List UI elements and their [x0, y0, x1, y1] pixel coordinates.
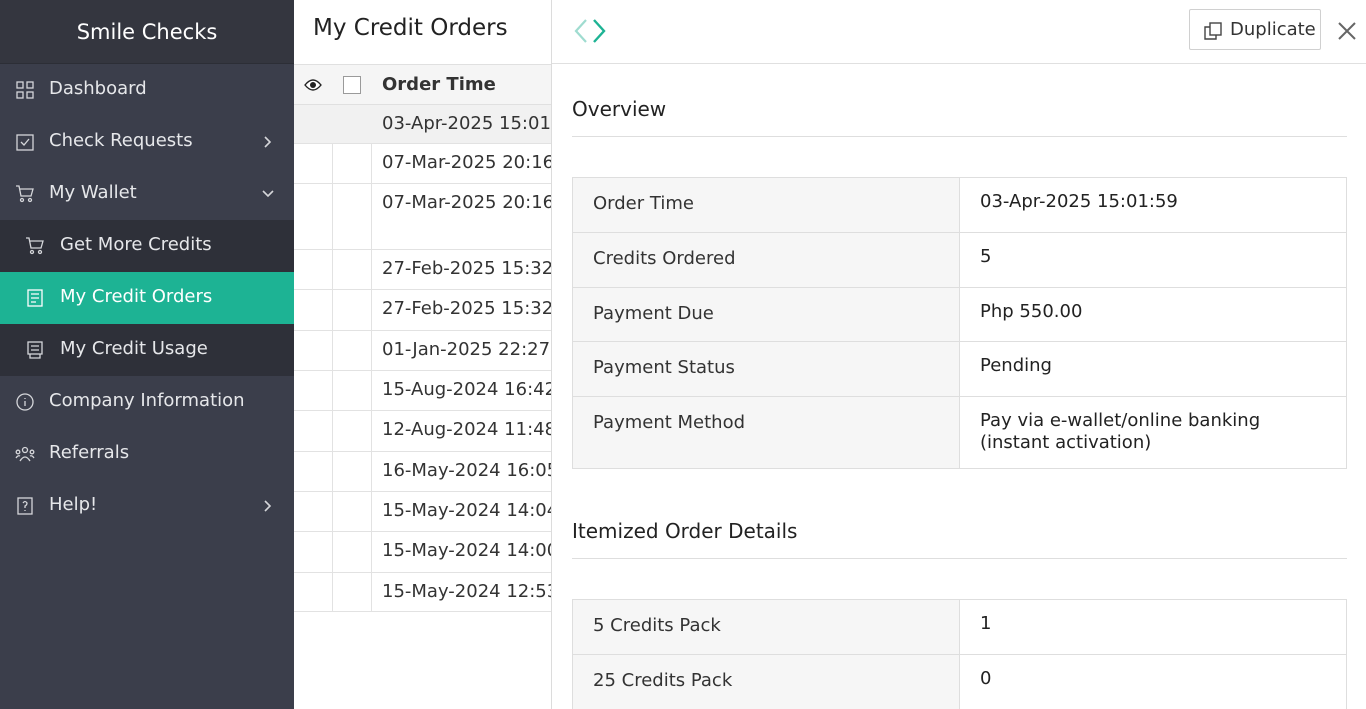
close-icon[interactable]	[1336, 20, 1358, 42]
table-row[interactable]: 15-May-2024 14:00:	[294, 532, 552, 573]
sidebar-item-check-requests[interactable]: Check Requests	[0, 116, 294, 168]
field-value: Php 550.00	[980, 301, 1083, 322]
sidebar-item-label: Company Information	[49, 390, 245, 411]
field-value: 1	[980, 613, 992, 634]
order-time-cell: 15-May-2024 12:53:	[382, 581, 552, 602]
order-time-cell: 15-May-2024 14:04:	[382, 500, 552, 521]
field-value: Pending	[980, 355, 1052, 376]
order-detail-panel: Duplicate Overview Order Time 03-Apr-202…	[552, 0, 1366, 709]
help-icon	[15, 496, 35, 516]
detail-toolbar: Duplicate	[552, 0, 1366, 64]
chevron-right-icon	[262, 496, 274, 516]
sidebar-item-my-credit-orders[interactable]: My Credit Orders	[0, 272, 294, 324]
overview-row: Credits Ordered 5	[573, 233, 1346, 288]
section-title-itemized: Itemized Order Details	[572, 519, 798, 543]
field-label: Credits Ordered	[573, 233, 960, 287]
overview-row: Payment Due Php 550.00	[573, 288, 1346, 342]
info-icon	[15, 392, 35, 412]
duplicate-button[interactable]: Duplicate	[1189, 9, 1321, 50]
table-row[interactable]: 27-Feb-2025 15:32:5	[294, 250, 552, 290]
order-time-cell: 16-May-2024 16:05:	[382, 460, 552, 481]
overview-table: Order Time 03-Apr-2025 15:01:59 Credits …	[572, 177, 1347, 469]
field-label: Payment Method	[573, 397, 960, 468]
cart-icon	[15, 184, 35, 204]
sidebar-item-my-credit-usage[interactable]: My Credit Usage	[0, 324, 294, 376]
section-title-overview: Overview	[572, 97, 667, 121]
overview-row: Payment Method Pay via e-wallet/online b…	[573, 397, 1346, 468]
duplicate-label: Duplicate	[1230, 19, 1316, 40]
column-header-order-time[interactable]: Order Time	[382, 74, 496, 95]
table-row[interactable]: 07-Mar-2025 20:16:2	[294, 144, 552, 184]
table-row[interactable]: 07-Mar-2025 20:16:1	[294, 184, 552, 250]
usage-icon	[25, 340, 45, 360]
sidebar-item-label: My Credit Usage	[60, 338, 208, 359]
order-time-cell: 27-Feb-2025 15:32:5	[382, 258, 552, 279]
receipt-icon	[25, 288, 45, 308]
table-row[interactable]: 12-Aug-2024 11:48:3	[294, 411, 551, 452]
section-divider	[572, 558, 1347, 559]
order-time-cell: 27-Feb-2025 15:32:0	[382, 298, 552, 319]
dashboard-icon	[15, 80, 35, 100]
order-time-cell: 01-Jan-2025 22:27:1	[382, 339, 552, 360]
field-value: Pay via e-wallet/online banking (instant…	[980, 410, 1261, 453]
field-value: 0	[980, 668, 992, 689]
referrals-icon	[15, 444, 35, 464]
field-label: 5 Credits Pack	[573, 600, 960, 654]
sidebar-item-dashboard[interactable]: Dashboard	[0, 64, 294, 116]
next-record-icon[interactable]	[592, 18, 608, 44]
table-row[interactable]: 15-Aug-2024 16:42:4	[294, 371, 551, 411]
sidebar-item-help[interactable]: Help!	[0, 480, 294, 532]
sidebar-item-label: Get More Credits	[60, 234, 212, 255]
sidebar-item-label: Help!	[49, 494, 98, 515]
table-row[interactable]: 15-May-2024 14:04:	[294, 492, 552, 532]
order-time-cell: 07-Mar-2025 20:16:2	[382, 152, 552, 173]
table-header: Order Time	[294, 64, 551, 105]
table-row[interactable]: 03-Apr-2025 15:01:5	[294, 105, 552, 144]
itemized-row: 25 Credits Pack 0	[573, 655, 1346, 709]
sidebar: Smile Checks Dashboard Check Requests My…	[0, 0, 294, 709]
overview-row: Payment Status Pending	[573, 342, 1346, 397]
sidebar-item-label: Check Requests	[49, 130, 193, 151]
chevron-right-icon	[262, 132, 274, 152]
field-label: Payment Due	[573, 288, 960, 341]
table-row[interactable]: 16-May-2024 16:05:	[294, 452, 552, 492]
section-divider	[572, 136, 1347, 137]
itemized-table: 5 Credits Pack 1 25 Credits Pack 0	[572, 599, 1347, 709]
copy-icon	[1203, 21, 1223, 41]
sidebar-item-label: My Wallet	[49, 182, 137, 203]
sidebar-item-label: Dashboard	[49, 78, 147, 99]
check-request-icon	[15, 132, 35, 152]
eye-icon[interactable]	[304, 77, 322, 91]
sidebar-item-get-more-credits[interactable]: Get More Credits	[0, 220, 294, 272]
cart-icon	[25, 236, 45, 256]
sidebar-item-my-wallet[interactable]: My Wallet	[0, 168, 294, 220]
field-label: 25 Credits Pack	[573, 655, 960, 709]
sidebar-item-label: Referrals	[49, 442, 130, 463]
order-time-cell: 03-Apr-2025 15:01:5	[382, 113, 552, 134]
sidebar-item-label: My Credit Orders	[60, 286, 213, 307]
field-value: 5	[980, 246, 992, 267]
field-value: 03-Apr-2025 15:01:59	[980, 191, 1178, 212]
itemized-row: 5 Credits Pack 1	[573, 600, 1346, 655]
select-all-checkbox[interactable]	[343, 76, 361, 94]
order-time-cell: 12-Aug-2024 11:48:3	[382, 419, 551, 440]
previous-record-icon[interactable]	[574, 18, 590, 44]
order-time-cell: 07-Mar-2025 20:16:1	[382, 192, 552, 213]
order-time-cell: 15-May-2024 14:00:	[382, 540, 552, 561]
orders-list-panel: My Credit Orders Order Time 03-Apr-2025 …	[294, 0, 552, 709]
table-row[interactable]: 15-May-2024 12:53:	[294, 573, 552, 612]
table-row[interactable]: 01-Jan-2025 22:27:1	[294, 331, 552, 371]
page-title: My Credit Orders	[313, 15, 508, 41]
field-label: Payment Status	[573, 342, 960, 396]
sidebar-item-referrals[interactable]: Referrals	[0, 428, 294, 480]
sidebar-item-company-information[interactable]: Company Information	[0, 376, 294, 428]
order-time-cell: 15-Aug-2024 16:42:4	[382, 379, 551, 400]
field-label: Order Time	[573, 178, 960, 232]
brand-title: Smile Checks	[0, 0, 294, 64]
chevron-down-icon	[262, 184, 274, 204]
overview-row: Order Time 03-Apr-2025 15:01:59	[573, 178, 1346, 233]
table-row[interactable]: 27-Feb-2025 15:32:0	[294, 290, 552, 331]
